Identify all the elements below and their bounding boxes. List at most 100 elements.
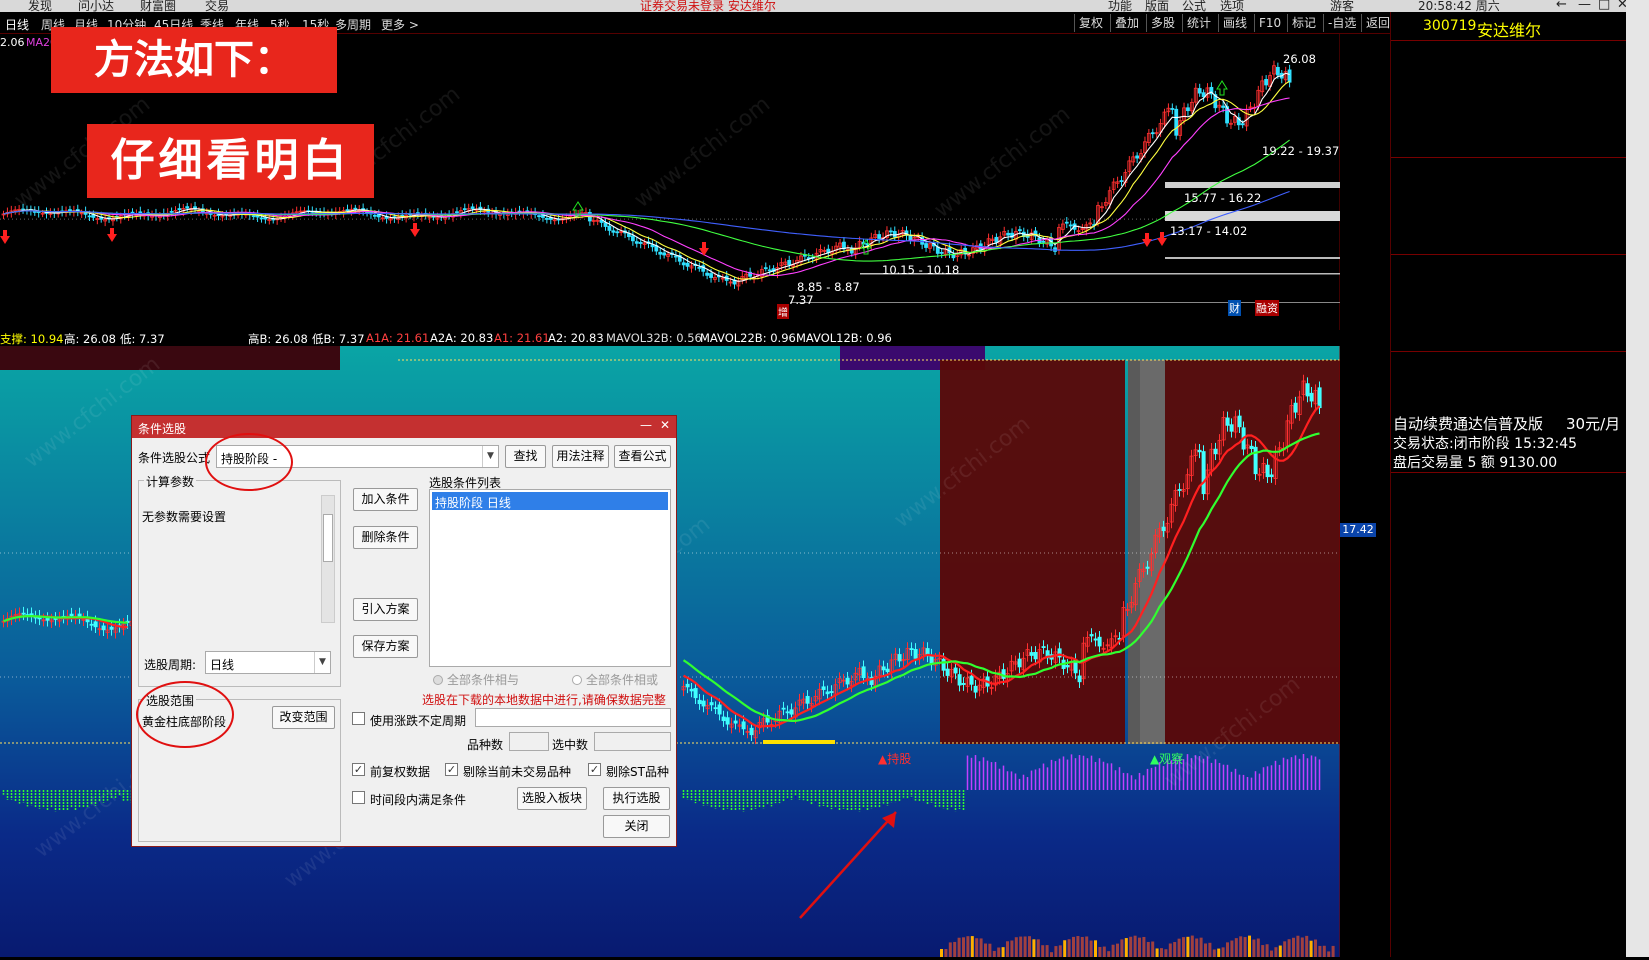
menu-item-formula[interactable]: 公式 [1182, 0, 1206, 12]
tick-row[interactable] [1391, 682, 1627, 700]
back-icon[interactable]: ← [1556, 0, 1567, 12]
period-daily[interactable]: 日线 [5, 16, 29, 33]
login-notice[interactable]: 证券交易未登录 安达维尔 [640, 0, 776, 12]
menu-item-function[interactable]: 功能 [1108, 0, 1132, 12]
side-tool-icon[interactable] [1629, 464, 1645, 480]
promo-price[interactable]: 30元/月 [1566, 413, 1620, 434]
side-tool-icon[interactable] [1629, 556, 1645, 572]
exclude-st-checkbox[interactable]: ✓ [588, 763, 601, 776]
tick-row[interactable] [1391, 630, 1627, 648]
tick-row[interactable] [1391, 875, 1627, 893]
minimize-icon[interactable]: — [1578, 0, 1591, 12]
or-option[interactable]: 全部条件相或 [572, 671, 658, 688]
side-tool-icon[interactable] [1629, 717, 1645, 733]
promo-text[interactable]: 自动续费通达信普及版 [1393, 413, 1543, 434]
scroll-thumb[interactable] [323, 514, 333, 562]
side-tool-icon[interactable] [1629, 211, 1645, 227]
tick-row[interactable] [1391, 735, 1627, 753]
tick-row[interactable] [1391, 700, 1627, 718]
tick-row[interactable] [1391, 612, 1627, 630]
params-scrollbar[interactable] [321, 495, 335, 623]
tick-row[interactable] [1391, 665, 1627, 683]
tick-row[interactable] [1391, 647, 1627, 665]
marker-finance[interactable]: 财 [1228, 300, 1241, 316]
tick-row[interactable] [1391, 525, 1627, 543]
chevron-down-icon[interactable]: ▼ [482, 446, 498, 467]
to-block-button[interactable]: 选股入板块 [517, 787, 587, 810]
view-formula-button[interactable]: 查看公式 [614, 445, 671, 468]
menu-item-ask[interactable]: 问小达 [78, 0, 114, 12]
tick-row[interactable] [1391, 595, 1627, 613]
marker-margin[interactable]: 融资 [1255, 300, 1279, 316]
delete-condition-button[interactable]: 删除条件 [353, 526, 418, 549]
tick-row[interactable] [1391, 752, 1627, 770]
side-tool-icon[interactable] [1629, 326, 1645, 342]
stock-screener-dialog[interactable]: 条件选股 — ✕ 条件选股公式 持股阶段 - ▼ 查找 用法注释 查看公式 计算… [131, 415, 677, 847]
period-select[interactable]: 日线 ▼ [205, 651, 331, 674]
marker-add[interactable]: 增 [777, 304, 789, 319]
tick-row[interactable] [1391, 507, 1627, 525]
side-tool-icon[interactable] [1629, 188, 1645, 204]
side-tool-icon[interactable] [1629, 671, 1645, 687]
period-multi[interactable]: 多周期 [335, 16, 371, 33]
tool-watchlist[interactable]: -自选 [1323, 14, 1360, 32]
tool-multi-stock[interactable]: 多股 [1146, 14, 1179, 32]
tick-row[interactable] [1391, 857, 1627, 875]
tool-mark[interactable]: 标记 [1287, 14, 1320, 32]
execute-button[interactable]: 执行选股 [603, 787, 670, 810]
tool-adjust[interactable]: 复权 [1074, 14, 1107, 32]
tick-row[interactable] [1391, 577, 1627, 595]
side-tool-icon[interactable] [1629, 96, 1645, 112]
condition-list[interactable]: 持股阶段 日线 [429, 489, 671, 667]
side-tool-icon[interactable] [1629, 303, 1645, 319]
close-button[interactable]: 关闭 [603, 815, 670, 838]
add-condition-button[interactable]: 加入条件 [353, 488, 418, 511]
tick-row[interactable] [1391, 717, 1627, 735]
and-option[interactable]: 全部条件相与 [433, 671, 519, 688]
period-more[interactable]: 更多 > [381, 16, 419, 33]
side-tool-icon[interactable] [1629, 418, 1645, 434]
side-tool-icon[interactable] [1629, 510, 1645, 526]
side-tool-icon[interactable] [1629, 257, 1645, 273]
variable-period-input[interactable] [475, 708, 671, 727]
tick-row[interactable] [1391, 805, 1627, 823]
menu-item-trade[interactable]: 交易 [205, 0, 229, 12]
save-plan-button[interactable]: 保存方案 [353, 635, 418, 658]
side-tool-icon[interactable] [1629, 487, 1645, 503]
side-tool-icon[interactable] [1629, 4, 1645, 20]
side-tool-icon[interactable] [1629, 740, 1645, 756]
side-tool-icon[interactable] [1629, 27, 1645, 43]
timeframe-checkbox[interactable] [352, 791, 365, 804]
import-plan-button[interactable]: 引入方案 [353, 598, 418, 621]
tick-row[interactable] [1391, 927, 1627, 945]
side-tool-icon[interactable] [1629, 142, 1645, 158]
menu-item-wealth[interactable]: 财富圈 [140, 0, 176, 12]
side-tool-icon[interactable] [1629, 165, 1645, 181]
tick-row[interactable] [1391, 822, 1627, 840]
tool-draw[interactable]: 画线 [1218, 14, 1251, 32]
side-tool-icon[interactable] [1629, 625, 1645, 641]
side-tool-icon[interactable] [1629, 602, 1645, 618]
tool-overlay[interactable]: 叠加 [1110, 14, 1143, 32]
dialog-minimize-icon[interactable]: — [640, 418, 652, 432]
side-tool-icon[interactable] [1629, 119, 1645, 135]
promo-row[interactable]: 自动续费通达信普及版 30元/月 [1391, 413, 1627, 433]
tick-row[interactable] [1391, 892, 1627, 910]
side-tool-icon[interactable] [1629, 395, 1645, 411]
usage-button[interactable]: 用法注释 [552, 445, 609, 468]
dialog-titlebar[interactable]: 条件选股 — ✕ [132, 416, 676, 438]
condition-list-item[interactable]: 持股阶段 日线 [432, 492, 668, 510]
dialog-close-icon[interactable]: ✕ [660, 418, 670, 432]
side-tool-icon[interactable] [1629, 280, 1645, 296]
chevron-down-icon[interactable]: ▼ [314, 652, 330, 673]
menu-item-options[interactable]: 选项 [1220, 0, 1244, 12]
side-tool-icon[interactable] [1629, 50, 1645, 66]
adjust-checkbox[interactable]: ✓ [352, 763, 365, 776]
exclude-untraded-checkbox[interactable]: ✓ [445, 763, 458, 776]
tool-stats[interactable]: 统计 [1182, 14, 1215, 32]
side-tool-icon[interactable] [1629, 694, 1645, 710]
tick-row[interactable] [1391, 787, 1627, 805]
tick-row[interactable] [1391, 840, 1627, 858]
maximize-icon[interactable]: □ [1598, 0, 1610, 12]
tick-row[interactable] [1391, 490, 1627, 508]
